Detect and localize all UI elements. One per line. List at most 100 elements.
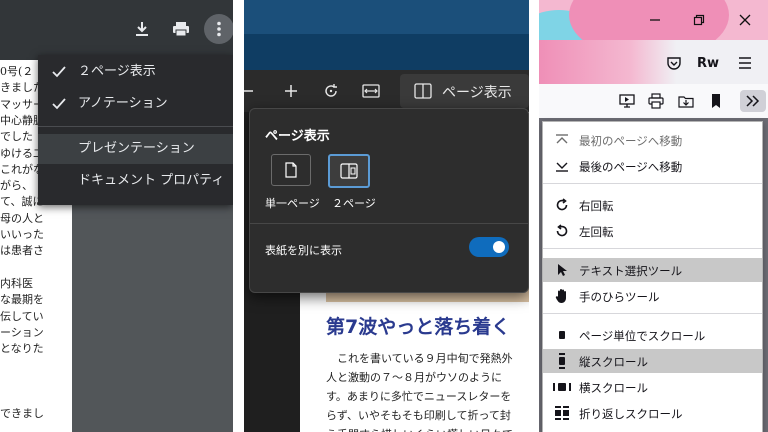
document-text-line: す。あまりに多忙でニュースレターを <box>326 390 512 403</box>
print-button[interactable] <box>645 90 667 112</box>
menu-item-vertical-scroll[interactable]: 縦スクロール <box>543 349 762 373</box>
single-page-icon <box>285 162 297 178</box>
bookmark-button[interactable] <box>705 90 727 112</box>
menu-item-rotate-cw[interactable]: 右回転 <box>543 193 762 217</box>
menu-item-document-properties[interactable]: ドキュメント プロパティ <box>38 166 233 196</box>
zoom-out-button[interactable] <box>244 80 258 102</box>
close-icon <box>739 14 751 26</box>
menu-item-label: テキスト選択ツール <box>579 264 683 278</box>
menu-item-horizontal-scroll[interactable]: 横スクロール <box>543 375 762 399</box>
fit-width-button[interactable] <box>360 80 382 102</box>
pocket-button[interactable] <box>663 52 685 74</box>
menu-item-label: プレゼンテーション <box>78 141 195 156</box>
maximize-button[interactable] <box>689 10 709 30</box>
print-icon <box>648 93 664 109</box>
document-text-line: これを書いている９月中旬で発熱外 <box>326 352 513 365</box>
edge-pdf-toolbar: ページ表示 <box>244 70 529 112</box>
pocket-icon <box>667 57 681 70</box>
chrome-pdf-viewer: 0号(２ きました マッサー 中心静脈 でした ゆける二 これがな がら、 て、誠に 母の人と いい… <box>0 0 233 432</box>
save-button[interactable] <box>675 90 697 112</box>
hand-icon <box>553 287 571 305</box>
rotate-ccw-icon <box>553 222 571 240</box>
presentation-mode-button[interactable] <box>616 90 638 112</box>
page-view-button[interactable]: ページ表示 <box>400 74 529 108</box>
document-text-line: できまし <box>0 407 44 421</box>
document-text-line: て、誠に <box>0 195 44 209</box>
menu-item-label: 右回転 <box>579 199 614 213</box>
firefox-title-bar <box>539 0 768 40</box>
save-icon <box>678 96 694 108</box>
menu-separator <box>38 126 233 127</box>
single-page-option[interactable] <box>271 154 311 186</box>
page-view-label: ページ表示 <box>442 85 512 101</box>
menu-item-label: 横スクロール <box>579 381 648 395</box>
two-page-icon <box>414 83 432 99</box>
page-scroll-icon <box>553 326 571 344</box>
extension-button[interactable]: Rw <box>697 52 719 74</box>
menu-item-cursor[interactable]: テキスト選択ツール <box>543 258 762 282</box>
menu-separator <box>543 248 762 249</box>
double-chevron-icon <box>746 95 760 107</box>
menu-item-label: ページ単位でスクロール <box>579 329 706 343</box>
document-text-line: となりた <box>0 342 44 356</box>
menu-item-label: 折り返しスクロール <box>579 407 683 421</box>
document-text-line: 伝してい <box>0 309 44 323</box>
more-options-button[interactable] <box>204 14 233 44</box>
document-text-line: らず、いやそもそも印刷して折って封 <box>326 409 511 422</box>
menu-separator <box>543 183 762 184</box>
menu-item-hand[interactable]: 手のひらツール <box>543 284 762 308</box>
app-menu-button[interactable] <box>734 52 756 74</box>
last-page-icon <box>553 157 571 175</box>
menu-item-label: 縦スクロール <box>579 355 648 369</box>
document-text-line: ーション <box>0 325 44 339</box>
document-text-line: は患者さ <box>0 244 44 258</box>
document-headline: 第7波やっと落ち着く <box>326 316 511 338</box>
flyout-separator <box>250 223 528 224</box>
menu-item-last-page[interactable]: 最後のページへ移動 <box>543 154 762 178</box>
menu-item-rotate-ccw[interactable]: 左回転 <box>543 219 762 243</box>
document-text-line: う手間すら惜しいくらい慌しい日々で <box>326 426 513 432</box>
secondary-toolbar-menu: 最初のページへ移動 最後のページへ移動右回転左回転テキスト選択ツール 手のひらツール… <box>542 121 763 432</box>
firefox-pdf-viewer: Rw 最初のページへ移動 最後のページへ移動右回転左回転テキスト選択ツール 手のひら… <box>539 0 768 432</box>
edge-address-bar <box>244 34 529 70</box>
menu-item-page-scroll[interactable]: ページ単位でスクロール <box>543 323 762 347</box>
document-text-line: 0号(２ <box>0 65 34 78</box>
hamburger-icon <box>739 57 751 69</box>
edge-pdf-viewer: ページ表示 第7波やっと落ち着く これを書いている９月中旬で発熱外 人と激動の７～… <box>244 0 529 432</box>
plus-icon <box>285 85 297 97</box>
menu-separator <box>543 313 762 314</box>
vertical-scroll-icon <box>553 352 571 370</box>
menu-item-first-page: 最初のページへ移動 <box>543 128 762 152</box>
two-page-option[interactable] <box>328 154 370 188</box>
chrome-options-menu: ２ページ表示 アノテーション プレゼンテーション ドキュメント プロパティ <box>38 55 233 205</box>
minimize-button[interactable] <box>645 10 665 30</box>
first-page-icon <box>553 131 571 149</box>
two-page-label: ２ページ <box>332 197 376 210</box>
menu-item-two-page-view[interactable]: ２ページ表示 <box>38 57 233 87</box>
document-text-line: がら、 <box>0 179 33 193</box>
print-button[interactable] <box>166 14 196 44</box>
firefox-nav-bar: Rw <box>539 40 768 84</box>
minus-icon <box>244 90 253 92</box>
download-button[interactable] <box>127 14 157 44</box>
document-text-line: でした <box>0 130 33 144</box>
menu-item-annotation[interactable]: アノテーション <box>38 89 233 119</box>
download-icon <box>136 22 148 36</box>
menu-item-wrapped-scroll[interactable]: 折り返しスクロール <box>543 401 762 425</box>
tools-menu-button[interactable] <box>740 90 766 112</box>
menu-item-label: 手のひらツール <box>579 290 660 304</box>
document-text-line: な最期を <box>0 293 44 307</box>
cover-page-toggle[interactable] <box>469 237 509 257</box>
firefox-pdf-toolbar <box>539 84 768 119</box>
rotate-icon <box>325 84 337 97</box>
bookmark-icon <box>712 94 720 108</box>
rotate-cw-icon <box>553 196 571 214</box>
menu-item-presentation[interactable]: プレゼンテーション <box>38 134 233 164</box>
document-text-line: いいった <box>0 228 44 241</box>
toggle-knob <box>493 241 505 253</box>
single-page-label: 単一ページ <box>265 197 320 210</box>
rotate-button[interactable] <box>320 80 342 102</box>
close-button[interactable] <box>735 10 755 30</box>
page-view-flyout: ページ表示 単一ページ ２ページ 表紙を別に表示 <box>249 108 529 293</box>
zoom-in-button[interactable] <box>280 80 302 102</box>
